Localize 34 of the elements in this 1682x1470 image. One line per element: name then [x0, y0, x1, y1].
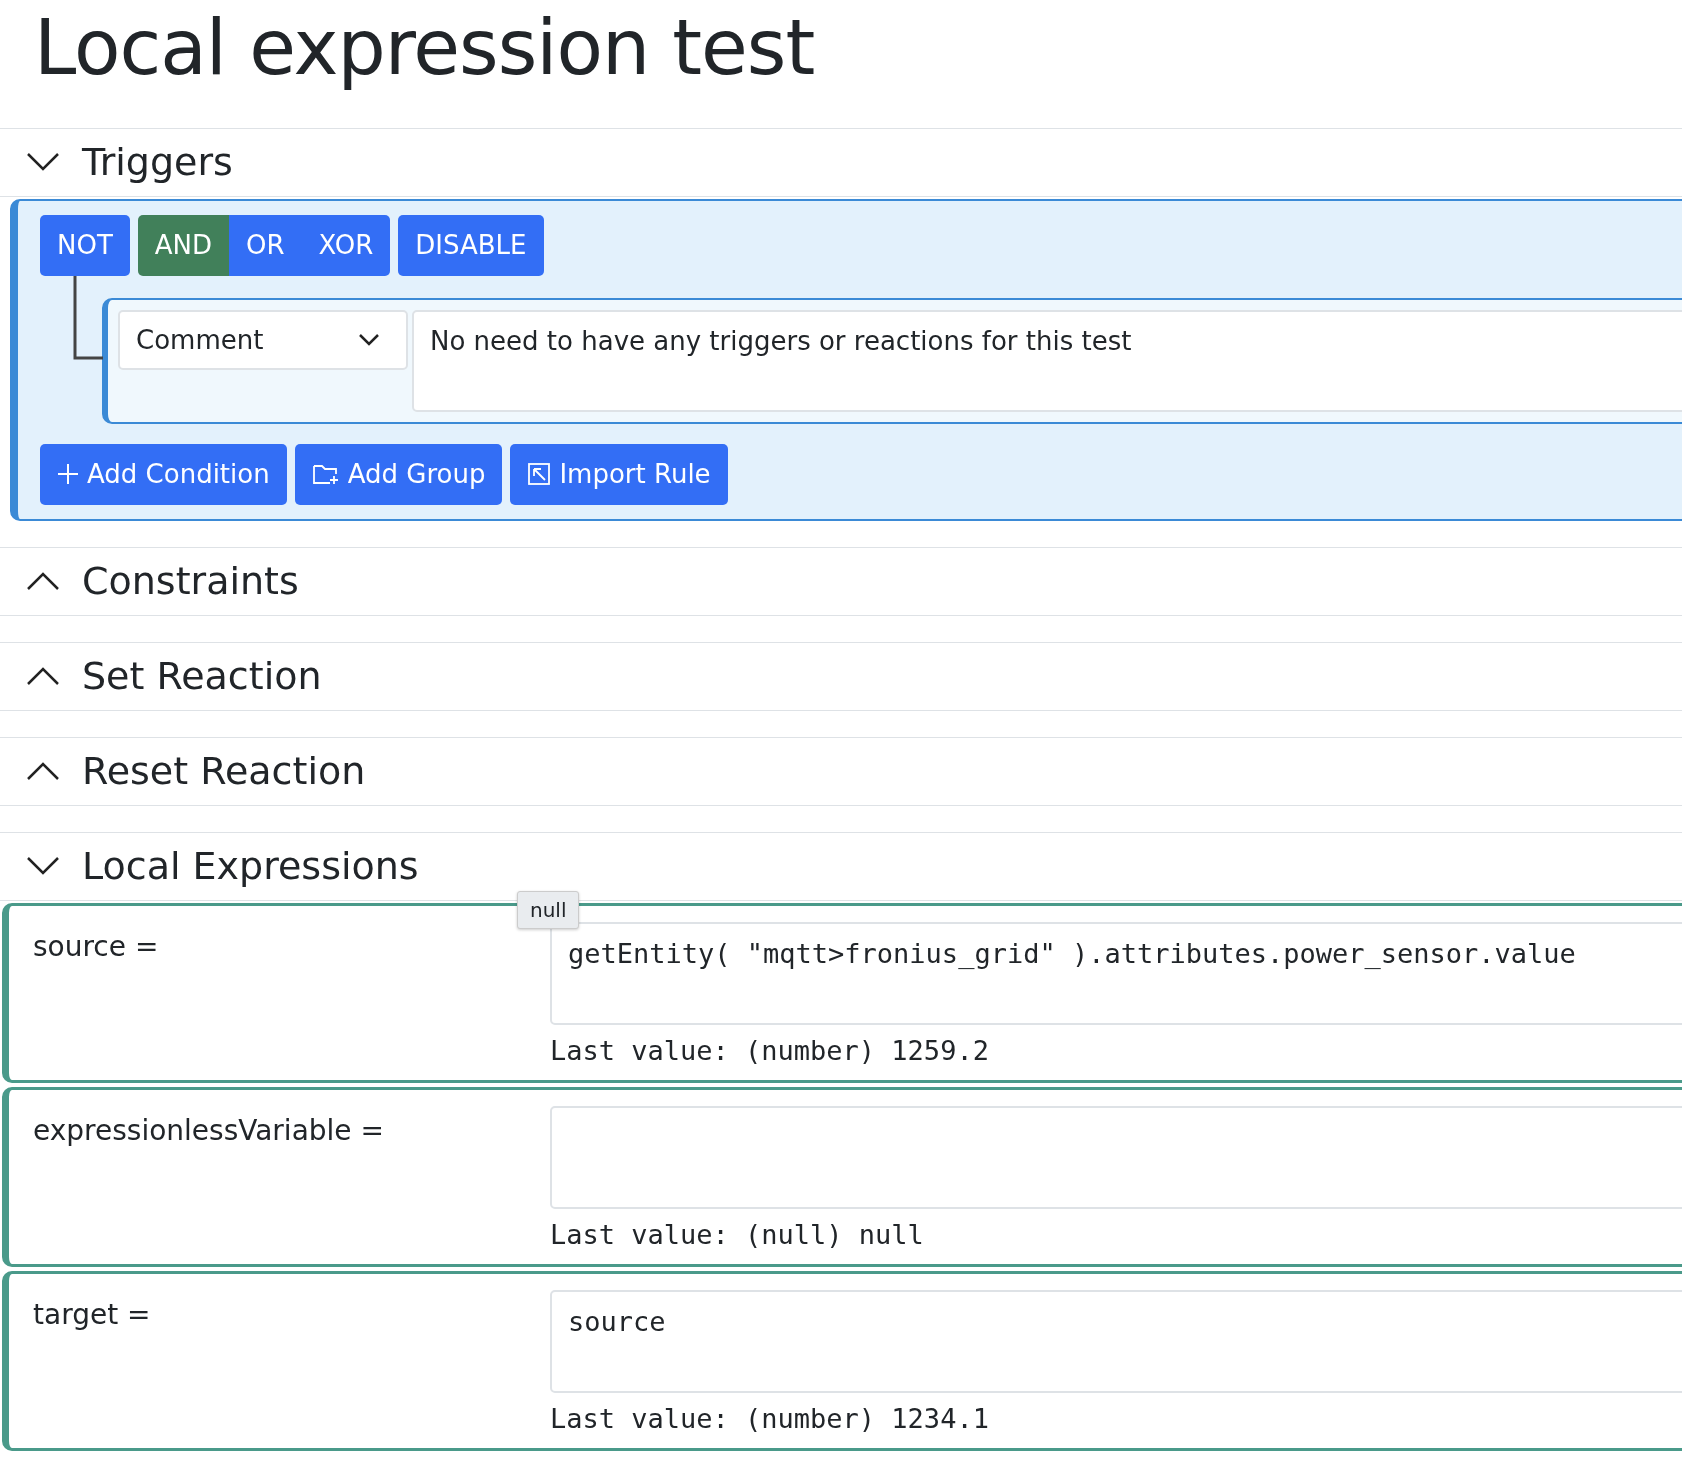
chevron-up-icon[interactable] — [26, 571, 60, 592]
section-header[interactable]: Constraints — [82, 559, 299, 604]
expression-field[interactable]: getEntity( "mqtt>fronius_grid" ).attributes.power_sensor.value — [550, 921, 1682, 1025]
variable-name: source = — [33, 928, 160, 965]
section-header[interactable]: Local Expressions — [82, 844, 419, 889]
variable-name: expressionlessVariable = — [33, 1112, 385, 1149]
action-button[interactable]: Add Group — [294, 443, 503, 505]
not-toggle-button[interactable]: NOT — [40, 214, 130, 276]
tooltip: null — [517, 890, 580, 929]
operator-button[interactable]: XOR — [301, 214, 391, 276]
page-title: Local expression test — [33, 2, 816, 94]
condition-type-select[interactable]: Comment — [118, 309, 408, 370]
section-header[interactable]: Reset Reaction — [82, 749, 366, 794]
folder-plus-icon — [311, 462, 340, 487]
operator-button[interactable]: OR — [229, 214, 302, 276]
chevron-up-icon[interactable] — [26, 761, 60, 782]
chevron-down-icon[interactable] — [26, 856, 60, 877]
comment-field[interactable]: No need to have any triggers or reactions for this test — [412, 309, 1682, 412]
last-value-text: Last value: (null) null — [550, 1218, 925, 1250]
chevron-down-icon — [358, 332, 380, 347]
expression-field[interactable]: source — [550, 1289, 1682, 1393]
disable-button[interactable]: DISABLE — [398, 214, 544, 276]
last-value-text: Last value: (number) 1259.2 — [550, 1034, 990, 1066]
variable-name: target = — [33, 1296, 152, 1333]
section-header[interactable]: Set Reaction — [82, 654, 322, 699]
operator-button[interactable]: AND — [137, 214, 230, 276]
action-button[interactable]: Import Rule — [510, 443, 728, 505]
last-value-text: Last value: (number) 1234.1 — [550, 1402, 990, 1434]
section-header[interactable]: Triggers — [82, 140, 233, 185]
plus-icon — [57, 463, 79, 486]
chevron-down-icon[interactable] — [26, 152, 60, 173]
expression-field[interactable] — [550, 1105, 1682, 1209]
chevron-up-icon[interactable] — [26, 666, 60, 687]
action-button[interactable]: Add Condition — [40, 443, 287, 505]
